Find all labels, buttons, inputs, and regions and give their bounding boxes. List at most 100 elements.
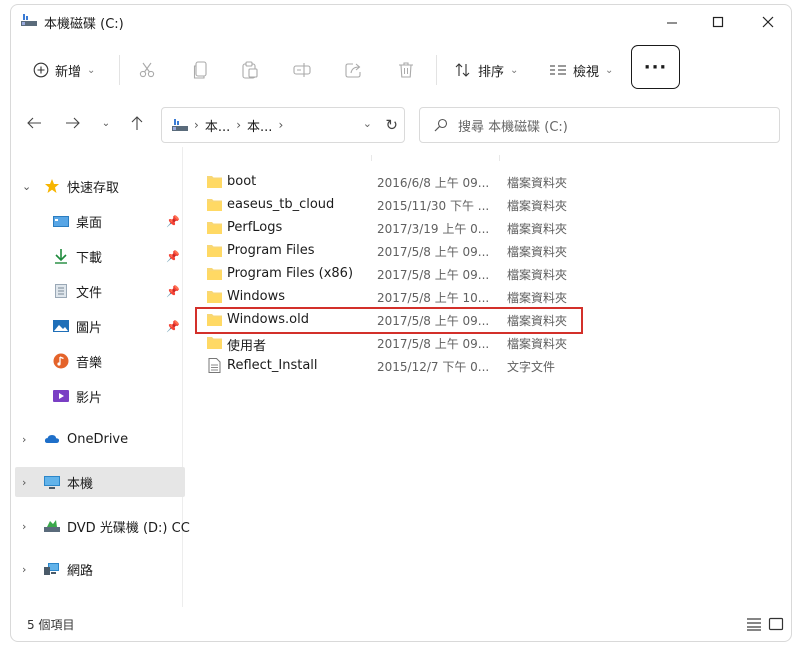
- file-row[interactable]: 使用者 2017/5/8 上午 09... 檔案資料夾: [203, 332, 763, 354]
- drive-icon: [21, 14, 37, 26]
- video-icon: [53, 390, 69, 402]
- chevron-down-icon: ⌄: [510, 64, 519, 76]
- sidebar-item-this-pc[interactable]: › 本機: [15, 467, 185, 497]
- folder-icon: [207, 245, 222, 257]
- file-date: 2015/12/7 下午 0...: [377, 360, 490, 374]
- computer-icon: [44, 476, 60, 489]
- more-options-button[interactable]: ···: [631, 45, 680, 89]
- sidebar-item-label: 音樂: [76, 355, 103, 371]
- breadcrumb-separator-icon: ›: [278, 118, 284, 132]
- large-icons-view-icon[interactable]: [768, 616, 784, 632]
- search-box[interactable]: 搜尋 本機磁碟 (C:): [419, 107, 780, 143]
- sidebar-item-label: 下載: [76, 250, 103, 266]
- forward-button[interactable]: [60, 109, 86, 137]
- file-type: 檔案資料夾: [507, 199, 568, 213]
- address-bar[interactable]: › 本... › 本... › ⌄ ↻: [161, 107, 405, 143]
- breadcrumb-segment[interactable]: 本...: [247, 116, 272, 135]
- file-type: 檔案資料夾: [507, 176, 568, 190]
- view-list-icon: [550, 65, 566, 75]
- file-row[interactable]: Program Files (x86) 2017/5/8 上午 09... 檔案…: [203, 263, 763, 285]
- file-row[interactable]: boot 2016/6/8 上午 09... 檔案資料夾: [203, 171, 763, 193]
- sidebar-item-label: 本機: [67, 476, 94, 492]
- sidebar-item-downloads[interactable]: 下載 📌: [11, 241, 183, 271]
- maximize-button[interactable]: [695, 5, 741, 39]
- folder-icon: [207, 291, 222, 303]
- sort-label: 排序: [478, 64, 505, 80]
- column-divider[interactable]: [499, 155, 500, 161]
- minimize-button[interactable]: [649, 5, 695, 39]
- window-title: 本機磁碟 (C:): [44, 17, 124, 32]
- music-icon: [53, 353, 69, 369]
- plus-circle-icon: [33, 62, 49, 78]
- breadcrumb-separator-icon: ›: [236, 118, 242, 132]
- chevron-right-icon[interactable]: ›: [22, 433, 26, 446]
- folder-icon: [207, 337, 222, 349]
- cloud-icon: [44, 435, 60, 443]
- pin-icon[interactable]: 📌: [166, 320, 180, 333]
- column-divider[interactable]: [371, 155, 372, 161]
- toolbar-divider: [119, 55, 120, 85]
- share-icon: [345, 63, 361, 78]
- sidebar-item-pictures[interactable]: 圖片 📌: [11, 311, 183, 341]
- minimize-icon: [667, 22, 677, 24]
- back-button[interactable]: [21, 109, 47, 137]
- pin-icon[interactable]: 📌: [166, 215, 180, 228]
- file-name: Program Files (x86): [227, 266, 354, 281]
- file-type: 檔案資料夾: [507, 291, 568, 305]
- sidebar-item-label: DVD 光碟機 (D:) CC: [67, 520, 190, 536]
- sidebar-item-documents[interactable]: 文件 📌: [11, 276, 183, 306]
- rename-button[interactable]: [293, 53, 311, 87]
- file-date: 2017/5/8 上午 09...: [377, 314, 490, 328]
- file-explorer-window: 本機磁碟 (C:) 新增 ⌄ 排序 ⌄ 檢視 ⌄ ··· ⌄ › 本... › …: [10, 4, 792, 642]
- sidebar-item-quick-access[interactable]: ⌄ 快速存取: [11, 171, 183, 201]
- navigation-pane: ⌄ 快速存取 桌面 📌 下載 📌 文件 📌 圖片 📌 音樂 影片 › OneDr…: [11, 147, 190, 607]
- file-row[interactable]: Reflect_Install 2015/12/7 下午 0... 文字文件: [203, 355, 763, 377]
- copy-button[interactable]: [193, 53, 209, 87]
- refresh-icon[interactable]: ↻: [385, 116, 398, 134]
- recent-locations-button[interactable]: ⌄: [93, 109, 119, 137]
- new-button[interactable]: 新增 ⌄: [33, 53, 95, 87]
- file-name: Windows.old: [227, 312, 309, 327]
- view-button[interactable]: 檢視 ⌄: [549, 53, 613, 87]
- download-icon: [55, 249, 67, 264]
- close-button[interactable]: [745, 5, 791, 39]
- details-view-icon[interactable]: [746, 616, 762, 632]
- share-button[interactable]: [345, 53, 363, 87]
- sidebar-item-videos[interactable]: 影片: [11, 381, 183, 411]
- sidebar-item-onedrive[interactable]: › OneDrive: [11, 424, 183, 454]
- file-name: Windows: [227, 289, 286, 304]
- up-button[interactable]: [124, 109, 150, 137]
- title-bar: 本機磁碟 (C:): [11, 5, 791, 39]
- paste-button[interactable]: [241, 53, 259, 87]
- sort-button[interactable]: 排序 ⌄: [454, 53, 518, 87]
- sidebar-item-network[interactable]: › 網路: [11, 554, 183, 584]
- pin-icon[interactable]: 📌: [166, 285, 180, 298]
- command-bar: 新增 ⌄ 排序 ⌄ 檢視 ⌄ ···: [11, 39, 791, 101]
- sidebar-item-dvd-drive[interactable]: › DVD 光碟機 (D:) CC: [11, 511, 190, 541]
- delete-button[interactable]: [398, 53, 414, 87]
- chevron-down-icon[interactable]: ⌄: [22, 180, 31, 193]
- pin-icon[interactable]: 📌: [166, 250, 180, 263]
- sidebar-item-desktop[interactable]: 桌面 📌: [11, 206, 183, 236]
- document-icon: [55, 284, 67, 298]
- status-bar: 5 個項目: [11, 607, 791, 641]
- file-row[interactable]: Windows 2017/5/8 上午 10... 檔案資料夾: [203, 286, 763, 308]
- file-row-windows-old[interactable]: Windows.old 2017/5/8 上午 09... 檔案資料夾: [203, 309, 763, 331]
- file-date: 2017/5/8 上午 09...: [377, 245, 490, 259]
- file-row[interactable]: easeus_tb_cloud 2015/11/30 下午 ... 檔案資料夾: [203, 194, 763, 216]
- chevron-right-icon[interactable]: ›: [22, 476, 26, 489]
- chevron-right-icon[interactable]: ›: [22, 563, 26, 576]
- cut-button[interactable]: [138, 53, 156, 87]
- file-name: Program Files: [227, 243, 315, 258]
- file-type: 檔案資料夾: [507, 337, 568, 351]
- file-row[interactable]: PerfLogs 2017/3/19 上午 0... 檔案資料夾: [203, 217, 763, 239]
- chevron-right-icon[interactable]: ›: [22, 520, 26, 533]
- breadcrumb-segment[interactable]: 本...: [205, 116, 230, 135]
- sidebar-item-label: 圖片: [76, 320, 103, 336]
- sidebar-item-music[interactable]: 音樂: [11, 346, 183, 376]
- folder-icon: [207, 222, 222, 234]
- address-dropdown-icon[interactable]: ⌄: [363, 117, 372, 130]
- file-row[interactable]: Program Files 2017/5/8 上午 09... 檔案資料夾: [203, 240, 763, 262]
- file-date: 2017/5/8 上午 10...: [377, 291, 490, 305]
- sidebar-item-label: OneDrive: [67, 431, 129, 447]
